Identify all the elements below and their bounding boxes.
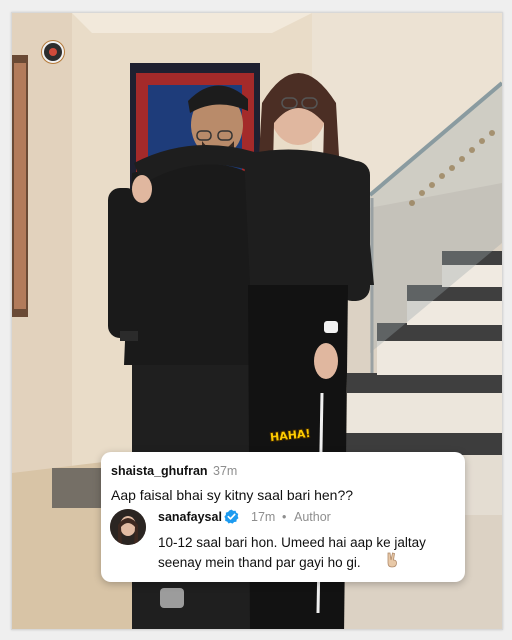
comment-text: Aap faisal bhai sy kitny saal bari hen?? bbox=[111, 487, 354, 503]
comment-card: shaista_ghufran 37m Aap faisal bhai sy k… bbox=[101, 452, 465, 582]
reply-timestamp: 17m bbox=[251, 510, 276, 524]
verified-badge-icon bbox=[224, 509, 239, 524]
reply-username[interactable]: sanafaysal bbox=[158, 510, 222, 524]
reply-avatar[interactable] bbox=[110, 509, 146, 545]
comment-username[interactable]: shaista_ghufran bbox=[111, 464, 208, 478]
reply-text: 10-12 saal bari hon. Umeed hai aap ke ja… bbox=[158, 535, 426, 570]
peace-hand-icon bbox=[387, 552, 397, 568]
avatar-photo bbox=[110, 509, 146, 545]
author-badge: Author bbox=[294, 510, 331, 524]
comment-timestamp: 37m bbox=[213, 464, 238, 478]
brand-logo-icon bbox=[42, 41, 64, 63]
meta-separator: • bbox=[282, 510, 287, 524]
